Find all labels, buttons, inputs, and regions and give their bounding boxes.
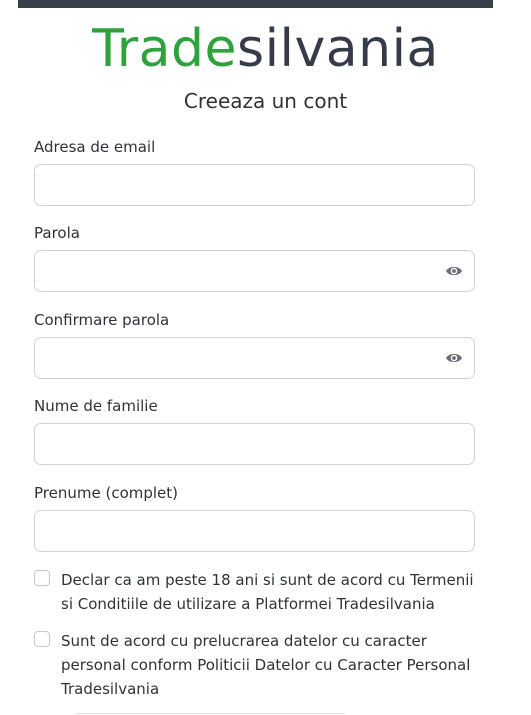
page-title: Creeaza un cont	[183, 89, 348, 113]
email-label: Adresa de email	[34, 138, 156, 156]
brand-logo-part2: silvania	[236, 19, 439, 79]
terms-consent-text: Declar ca am peste 18 ani si sunt de aco…	[61, 571, 474, 613]
eye-icon[interactable]	[445, 351, 463, 365]
last-name-field[interactable]	[34, 423, 475, 465]
brand-logo-part1: Trade	[92, 19, 237, 79]
confirm-password-field[interactable]	[34, 337, 475, 379]
first-name-field[interactable]	[34, 510, 475, 552]
password-label: Parola	[34, 224, 80, 242]
first-name-label: Prenume (complet)	[34, 484, 179, 502]
last-name-label: Nume de familie	[34, 397, 158, 415]
eye-icon[interactable]	[445, 264, 463, 278]
email-field[interactable]	[34, 164, 475, 206]
top-bar	[18, 0, 493, 8]
confirm-password-label: Confirmare parola	[34, 311, 170, 329]
submit-button-edge[interactable]	[75, 713, 345, 714]
privacy-consent-text: Sunt de acord cu prelucrarea datelor cu …	[61, 632, 471, 698]
terms-checkbox[interactable]	[34, 570, 50, 586]
brand-logo: Tradesilvania	[0, 18, 531, 80]
privacy-checkbox[interactable]	[34, 631, 50, 647]
password-field[interactable]	[34, 250, 475, 292]
